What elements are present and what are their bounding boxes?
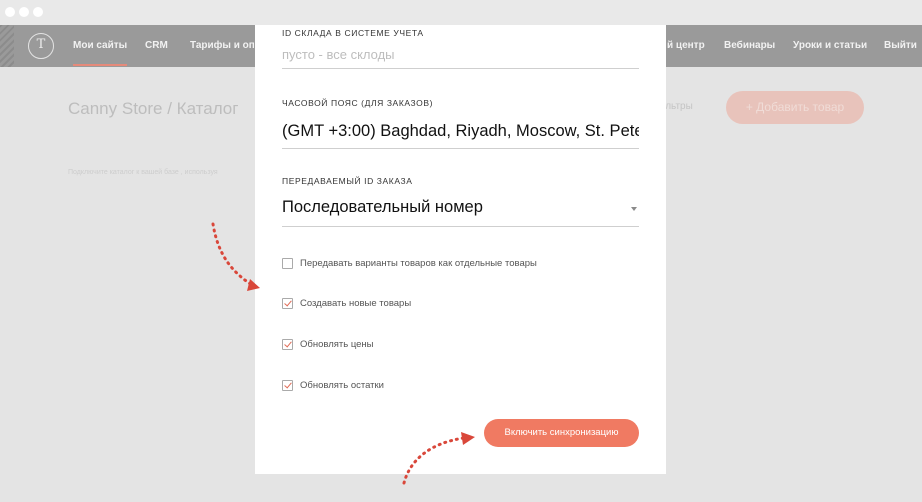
warehouse-id-input[interactable]: пусто - все склоды (282, 47, 639, 69)
nav-item-tariffs[interactable]: Тарифы и опл (190, 40, 254, 51)
nav-item-lessons[interactable]: Уроки и статьи (793, 40, 867, 51)
sync-settings-modal: ID склада в системе учета пусто - все ск… (255, 25, 666, 474)
nav-item-my-sites[interactable]: Мои сайты (73, 40, 128, 66)
catalog-hint-text: Подключите каталог к вашей базе , исполь… (68, 169, 218, 176)
nav-item-crm[interactable]: CRM (145, 40, 168, 51)
timezone-label: Часовой пояс (для заказов) (282, 98, 434, 108)
chevron-down-icon (631, 207, 637, 211)
nav-item-webinars[interactable]: Вебинары (724, 40, 775, 51)
window-minimize-dot[interactable] (19, 7, 29, 17)
nav-item-help-center[interactable]: й центр (667, 40, 705, 51)
checkbox-variants[interactable] (282, 257, 293, 269)
checkbox-create-products[interactable] (282, 297, 293, 309)
browser-titlebar (0, 0, 922, 25)
order-id-select[interactable]: Последовательный номер (282, 198, 639, 227)
order-id-label: Передаваемый ID заказа (282, 176, 413, 186)
checkbox-label: Создавать новые товары (300, 297, 412, 309)
nav-pattern (0, 25, 14, 67)
checkbox-update-stock[interactable] (282, 379, 293, 391)
checkbox-label: Передавать варианты товаров как отдельны… (300, 257, 537, 269)
checkbox-row-update-prices[interactable]: Обновлять цены (282, 337, 374, 351)
timezone-select[interactable]: (GMT +3:00) Baghdad, Riyadh, Moscow, St.… (282, 122, 639, 149)
window-maximize-dot[interactable] (33, 7, 43, 17)
checkbox-row-update-stock[interactable]: Обновлять остатки (282, 378, 384, 392)
add-product-button[interactable]: + Добавить товар (726, 91, 864, 124)
breadcrumb[interactable]: Canny Store / Каталог (68, 99, 238, 119)
nav-item-logout[interactable]: Выйти (884, 40, 917, 51)
checkbox-label: Обновлять остатки (300, 379, 384, 391)
tilda-logo-icon[interactable] (28, 33, 54, 59)
checkbox-row-create-products[interactable]: Создавать новые товары (282, 296, 411, 310)
warehouse-id-label: ID склада в системе учета (282, 28, 424, 38)
checkbox-row-variants[interactable]: Передавать варианты товаров как отдельны… (282, 256, 537, 270)
order-id-value: Последовательный номер (282, 198, 483, 216)
window-close-dot[interactable] (5, 7, 15, 17)
checkbox-update-prices[interactable] (282, 338, 293, 350)
checkbox-label: Обновлять цены (300, 338, 374, 350)
enable-sync-button[interactable]: Включить синхронизацию (484, 419, 639, 447)
